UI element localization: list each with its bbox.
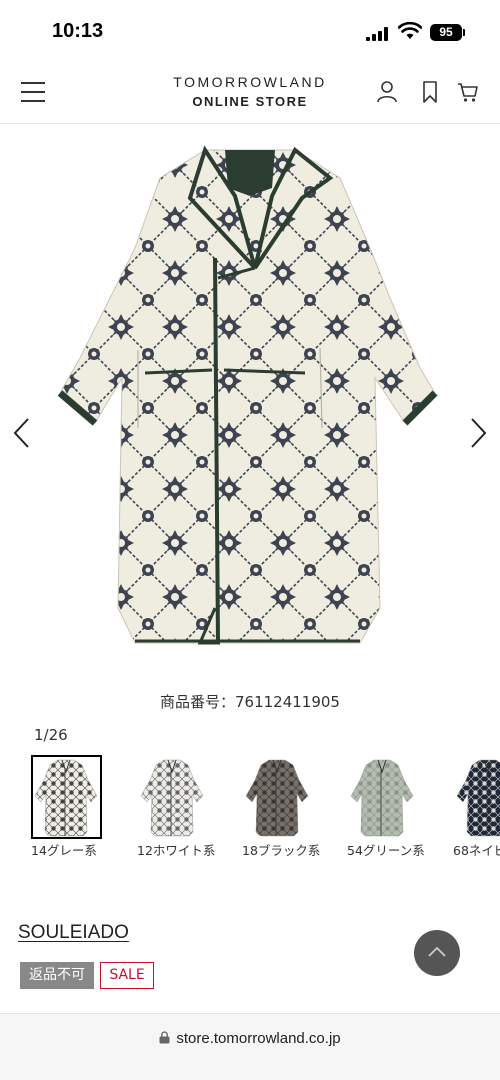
product-image[interactable] — [40, 138, 460, 658]
thumbnail-green[interactable]: 54グリーン系 — [347, 752, 451, 861]
menu-icon[interactable] — [21, 82, 45, 102]
thumbnail-image — [31, 752, 101, 837]
no-return-badge: 返品不可 — [20, 962, 94, 989]
chevron-up-icon — [428, 946, 446, 957]
lock-icon — [159, 1031, 170, 1048]
thumbnail-label: 54グリーン系 — [347, 843, 425, 858]
browser-url-bar[interactable]: store.tomorrowland.co.jp — [0, 1013, 500, 1080]
thumbnail-navy[interactable]: 68ネイビー系 — [453, 752, 500, 861]
cart-icon[interactable] — [457, 80, 479, 104]
scroll-to-top-button[interactable] — [414, 930, 460, 976]
logo-line1: TOMORROWLAND — [173, 74, 327, 90]
url-text: store.tomorrowland.co.jp — [176, 1030, 341, 1047]
thumbnail-image — [347, 752, 417, 837]
thumbnail-black[interactable]: 18ブラック系 — [242, 752, 346, 861]
wifi-icon — [397, 21, 423, 40]
site-logo[interactable]: TOMORROWLAND ONLINE STORE — [150, 74, 350, 109]
account-icon[interactable] — [376, 80, 398, 104]
thumbnail-label: 18ブラック系 — [242, 843, 321, 858]
thumbnail-image — [137, 752, 207, 837]
image-counter: 1/26 — [34, 726, 68, 744]
brand-link[interactable]: SOULEIADO — [18, 922, 129, 944]
site-header: TOMORROWLAND ONLINE STORE — [0, 62, 500, 124]
thumbnail-image — [242, 752, 312, 837]
logo-line2: ONLINE STORE — [192, 94, 308, 109]
battery-icon: 95 — [430, 24, 462, 41]
bookmark-icon[interactable] — [419, 80, 441, 104]
thumbnail-grey[interactable]: 14グレー系 — [31, 752, 135, 861]
sale-badge: SALE — [100, 962, 154, 989]
prev-image-button[interactable] — [10, 416, 34, 450]
product-number: 商品番号：76112411905 — [160, 693, 340, 711]
thumbnail-label: 12ホワイト系 — [137, 843, 216, 858]
next-image-button[interactable] — [466, 416, 490, 450]
signal-icon — [366, 27, 388, 41]
color-thumbnails: 14グレー系 12ホワイト系 18ブラック系 54グリーン系 68ネイビー系 — [0, 752, 500, 892]
thumbnail-white[interactable]: 12ホワイト系 — [137, 752, 241, 861]
url-display[interactable]: store.tomorrowland.co.jp — [0, 1030, 500, 1048]
battery-cap — [463, 29, 465, 36]
thumbnail-label: 68ネイビー系 — [453, 843, 500, 858]
thumbnail-label: 14グレー系 — [31, 843, 97, 858]
status-bar: 10:13 95 — [0, 0, 500, 62]
status-time: 10:13 — [52, 20, 104, 42]
thumbnail-image — [453, 752, 500, 837]
